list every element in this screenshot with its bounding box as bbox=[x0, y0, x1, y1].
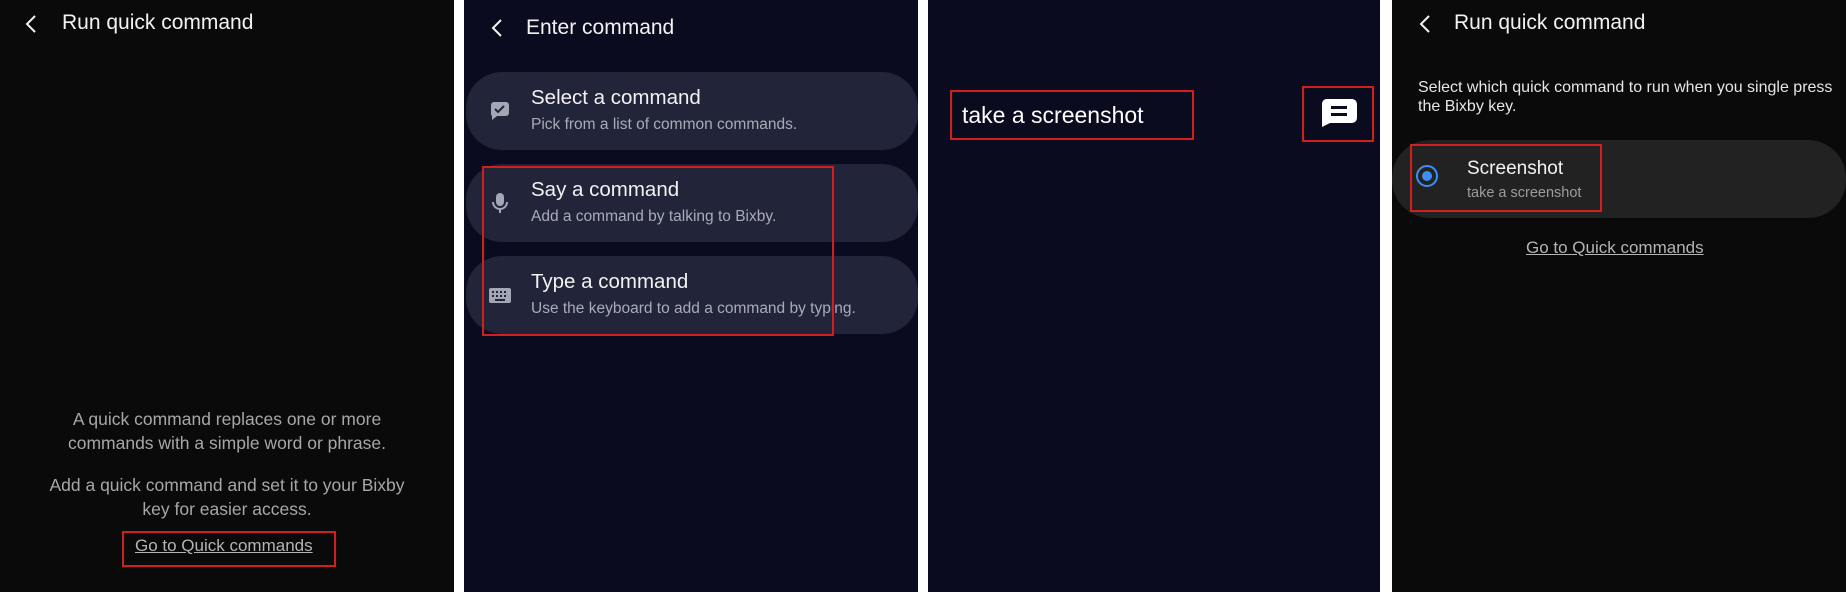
instruction-text: Select which quick command to run when y… bbox=[1418, 79, 1833, 115]
description-text-2: Add a quick command and set it to your B… bbox=[49, 475, 405, 519]
panel-run-quick-command-selected: Run quick command Select which quick com… bbox=[1392, 0, 1846, 592]
chat-check-icon bbox=[488, 99, 512, 123]
select-command-option[interactable]: Select a command Pick from a list of com… bbox=[466, 72, 918, 150]
go-to-quick-commands-link[interactable]: Go to Quick commands bbox=[1526, 238, 1704, 258]
page-title: Enter command bbox=[526, 16, 675, 39]
highlight-box bbox=[482, 166, 834, 336]
back-arrow-icon[interactable] bbox=[486, 16, 510, 40]
panel-enter-command: Enter command Select a command Pick from… bbox=[464, 0, 918, 592]
page-title: Run quick command bbox=[1454, 11, 1646, 34]
option-label: Select a command bbox=[531, 86, 701, 109]
page-title: Run quick command bbox=[62, 11, 254, 34]
highlight-box bbox=[1410, 144, 1602, 212]
back-arrow-icon[interactable] bbox=[1414, 12, 1438, 36]
back-arrow-icon[interactable] bbox=[20, 12, 44, 36]
panel-type-command: take a screenshot bbox=[928, 0, 1380, 592]
highlight-box bbox=[1302, 86, 1374, 142]
highlight-box bbox=[950, 90, 1194, 140]
option-description: Pick from a list of common commands. bbox=[531, 116, 798, 133]
highlight-box bbox=[122, 531, 336, 567]
description-text: A quick command replaces one or more com… bbox=[67, 409, 387, 453]
panel-run-quick-command-empty: Run quick command A quick command replac… bbox=[0, 0, 454, 592]
